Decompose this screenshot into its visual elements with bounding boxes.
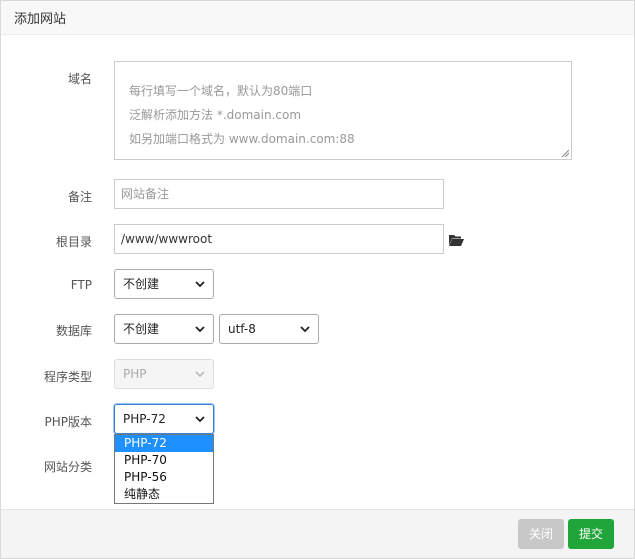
note-input[interactable]: 网站备注 — [114, 179, 444, 209]
add-site-dialog: 添加网站 域名 每行填写一个域名，默认为80端口 泛解析添加方法 *.domai… — [0, 0, 635, 559]
ftp-select[interactable]: 不创建 — [114, 269, 214, 299]
php-version-value: PHP-72 — [123, 412, 166, 426]
category-label: 网站分类 — [43, 460, 92, 474]
php-version-dropdown: PHP-72 PHP-70 PHP-56 纯静态 — [114, 434, 214, 504]
php-version-select[interactable]: PHP-72 — [114, 404, 214, 434]
domain-placeholder-line-2: 泛解析添加方法 *.domain.com — [129, 108, 302, 122]
submit-button[interactable]: 提交 — [568, 519, 614, 549]
ftp-select-value: 不创建 — [123, 277, 160, 291]
php-option-56[interactable]: PHP-56 — [115, 469, 213, 486]
ftp-label: FTP — [70, 278, 92, 292]
chevron-down-icon — [299, 315, 311, 343]
domain-placeholder-line-1: 每行填写一个域名，默认为80端口 — [129, 84, 313, 98]
chevron-down-icon — [194, 360, 206, 388]
domain-placeholder-line-3: 如另加端口格式为 www.domain.com:88 — [129, 132, 355, 146]
domain-label: 域名 — [67, 72, 92, 86]
charset-select[interactable]: utf-8 — [219, 314, 319, 344]
php-version-label: PHP版本 — [44, 415, 93, 429]
domain-textarea[interactable]: 每行填写一个域名，默认为80端口 泛解析添加方法 *.domain.com 如另… — [114, 61, 572, 160]
chevron-down-icon — [194, 405, 206, 433]
close-button[interactable]: 关闭 — [518, 519, 564, 549]
php-option-static[interactable]: 纯静态 — [115, 486, 213, 503]
database-label: 数据库 — [55, 324, 92, 338]
database-select-value: 不创建 — [123, 322, 160, 336]
php-option-70[interactable]: PHP-70 — [115, 452, 213, 469]
php-option-72[interactable]: PHP-72 — [115, 435, 213, 452]
dialog-title: 添加网站 — [14, 12, 67, 27]
note-label: 备注 — [67, 190, 92, 204]
folder-open-icon[interactable] — [448, 233, 464, 247]
program-type-label: 程序类型 — [43, 370, 92, 384]
chevron-down-icon — [194, 270, 206, 298]
program-type-value: PHP — [123, 367, 147, 381]
database-select[interactable]: 不创建 — [114, 314, 214, 344]
dialog-titlebar: 添加网站 — [1, 1, 634, 35]
charset-select-value: utf-8 — [228, 322, 256, 336]
root-path-input[interactable]: /www/wwwroot — [114, 224, 444, 254]
program-type-select: PHP — [114, 359, 214, 389]
chevron-down-icon — [194, 315, 206, 343]
root-label: 根目录 — [55, 235, 92, 249]
resize-handle-icon[interactable] — [561, 149, 569, 157]
